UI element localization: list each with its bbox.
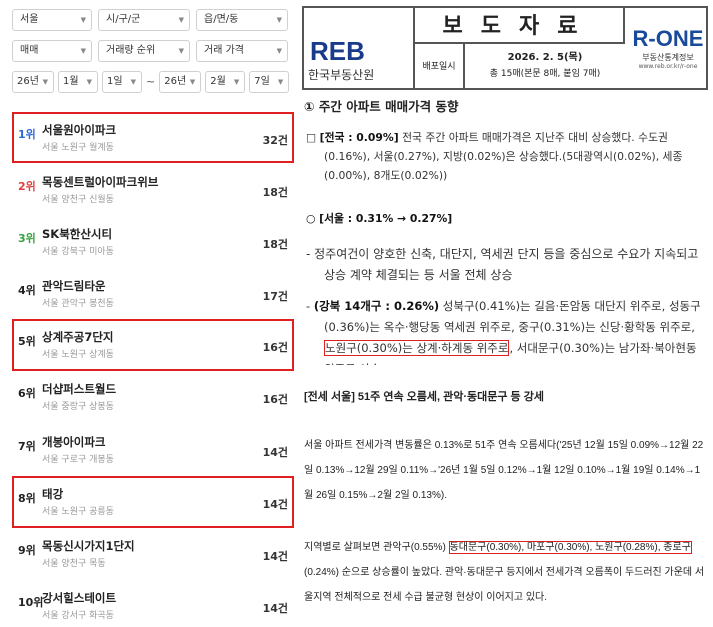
rank-number: 3위	[18, 232, 36, 245]
chevron-down-icon: ▼	[276, 47, 282, 55]
chevron-down-icon: ▼	[178, 16, 184, 24]
rone-subtitle: 부동산통계정보	[642, 53, 694, 62]
rone-logo: R-ONE 부동산통계정보 www.reb.or.kr/r-one	[627, 26, 709, 70]
select-end-day[interactable]: 7일 ▼	[249, 71, 290, 93]
select-city[interactable]: 서울 ▼	[12, 9, 92, 31]
page-count: 총 15매(본문 8매, 붙임 7매)	[489, 69, 601, 79]
list-item[interactable]: 9위 목동신시가지1단지서울 양천구 목동 14건	[12, 528, 296, 574]
reb-logo: REB	[310, 36, 365, 66]
rank-number: 10위	[18, 596, 44, 609]
chevron-down-icon: ▼	[86, 78, 92, 86]
section-title: ① 주간 아파트 매매가격 동향	[304, 99, 459, 114]
rent-title: [전세 서울] 51주 연속 오름세, 관악·동대문구 등 강세	[304, 385, 708, 410]
trade-count: 14건	[262, 602, 288, 615]
rent-p2-b: (0.24%) 순으로 상승률이 높았다. 관악·동대문구 등지에서 전세가격 …	[304, 567, 705, 603]
list-item[interactable]: 6위 더샵퍼스트월드서울 중랑구 상봉동 16건	[12, 371, 296, 417]
chevron-down-icon: ▼	[80, 47, 86, 55]
national-lead: [전국 : 0.09%]	[319, 131, 399, 144]
filter-row-period: 26년 ▼ 1월 ▼ 1일 ▼ ~ 26년 ▼ 2월 ▼ 7일 ▼	[12, 71, 290, 93]
trade-count: 14건	[262, 446, 288, 459]
select-trade-type[interactable]: 매매 ▼	[12, 40, 92, 62]
select-start-year[interactable]: 26년 ▼	[12, 71, 54, 93]
list-item[interactable]: 3위 SK북한산시티서울 강북구 미아동 18건	[12, 216, 296, 262]
chevron-down-icon: ▼	[80, 16, 86, 24]
paragraph-seoul-heading: ○ [서울 : 0.31% → 0.27%]	[306, 212, 453, 225]
agency-name: 한국부동산원	[308, 68, 375, 82]
rank-number: 9위	[18, 544, 36, 557]
chevron-down-icon: ▼	[189, 78, 196, 86]
rone-logo-text: R-ONE	[632, 26, 704, 51]
district-highlight: 동대문구(0.30%), 마포구(0.30%), 노원구(0.28%), 종로구	[448, 541, 692, 554]
select-start-day[interactable]: 1일 ▼	[102, 71, 142, 93]
rent-title-text: [전세 서울] 51주 연속 오름세, 관악·동대문구 등 강세	[304, 391, 544, 403]
apartment-name: 관악드림타운	[42, 279, 106, 293]
rent-p2-a: 지역별로 살펴보면 관악구(0.55%)	[304, 542, 449, 553]
list-item[interactable]: 10위 강서힐스테이트서울 강서구 화곡동 14건	[12, 580, 296, 626]
apartment-name: SK북한산시티	[42, 227, 113, 241]
select-town[interactable]: 읍/면/동 ▼	[196, 9, 288, 31]
range-separator: ~	[146, 75, 156, 88]
trade-count: 18건	[262, 186, 288, 199]
rank-number: 4위	[18, 284, 36, 297]
apartment-name: 개봉아이파크	[42, 435, 106, 449]
select-price[interactable]: 거래 가격 ▼	[196, 40, 288, 62]
rent-paragraph-1: 서울 아파트 전세가격 변동률은 0.13%로 51주 연속 오름세다('25년…	[304, 440, 704, 501]
chevron-down-icon: ▼	[276, 16, 282, 24]
gangbuk-lead: (강북 14개구 : 0.26%)	[313, 299, 440, 313]
press-title: 보도자료	[413, 8, 625, 44]
list-item[interactable]: 7위 개봉아이파크서울 구로구 개봉동 14건	[12, 424, 296, 470]
bullet: □	[306, 131, 317, 144]
chevron-down-icon: ▼	[277, 78, 284, 86]
press-release-document: REB 한국부동산원 보도자료 배포일시 2026. 2. 5(목) 총 15매…	[298, 0, 713, 627]
select-sort[interactable]: 거래량 순위 ▼	[98, 40, 190, 62]
apartment-name: 더샵퍼스트월드	[42, 382, 117, 396]
apartment-location: 서울 강북구 미아동	[42, 247, 114, 257]
filter-row-type: 매매 ▼ 거래량 순위 ▼ 거래 가격 ▼	[12, 40, 288, 62]
paragraph-national: □ [전국 : 0.09%] 전국 주간 아파트 매매가격은 지난주 대비 상승…	[306, 128, 706, 185]
apartment-location: 서울 양천구 목동	[42, 559, 106, 569]
trade-count: 16건	[262, 393, 288, 406]
nowon-highlight: 노원구(0.30%)는 상계·하계동 위주로	[324, 340, 510, 356]
paragraph-seoul-summary: - 정주여건이 양호한 신축, 대단지, 역세권 단지 등을 중심으로 수요가 …	[306, 247, 699, 282]
highlight-box	[12, 319, 294, 371]
trade-count: 14건	[262, 550, 288, 563]
chevron-down-icon: ▼	[233, 78, 240, 86]
rank-number: 2위	[18, 180, 36, 193]
filter-row-region: 서울 ▼ 시/구/군 ▼ 읍/면/동 ▼	[12, 9, 288, 31]
apartment-location: 서울 구로구 개봉동	[42, 455, 114, 465]
apartment-name: 목동센트럴아이파크위브	[42, 175, 159, 189]
rone-url: www.reb.or.kr/r-one	[638, 63, 698, 70]
chevron-down-icon: ▼	[42, 78, 48, 86]
press-header: REB 한국부동산원 보도자료 배포일시 2026. 2. 5(목) 총 15매…	[302, 6, 708, 90]
apartment-location: 서울 강서구 화곡동	[42, 611, 114, 621]
rank-number: 6위	[18, 387, 36, 400]
apartment-name: 강서힐스테이트	[42, 591, 117, 605]
release-date: 2026. 2. 5(목)	[507, 52, 583, 63]
trade-count: 17건	[262, 290, 288, 303]
apartment-location: 서울 관악구 봉천동	[42, 299, 114, 309]
select-district[interactable]: 시/구/군 ▼	[98, 9, 190, 31]
trade-count: 18건	[262, 238, 288, 251]
date-label: 배포일시	[413, 44, 465, 90]
apartment-name: 목동신시가지1단지	[42, 539, 135, 553]
chevron-down-icon: ▼	[130, 78, 136, 86]
rent-paragraph-2: 지역별로 살펴보면 관악구(0.55%) 동대문구(0.30%), 마포구(0.…	[304, 535, 708, 610]
chevron-down-icon: ▼	[178, 47, 184, 55]
apartment-location: 서울 중랑구 상봉동	[42, 402, 114, 412]
rank-number: 7위	[18, 440, 36, 453]
paragraph-gangbuk: - (강북 14개구 : 0.26%) 성북구(0.41%)는 길음·돈암동 대…	[306, 296, 706, 365]
ranking-panel: 서울 ▼ 시/구/군 ▼ 읍/면/동 ▼ 매매 ▼ 거래량 순위 ▼ 거래 가격 ▼ 26년…	[0, 0, 296, 627]
select-end-year[interactable]: 26년 ▼	[159, 71, 202, 93]
list-item[interactable]: 4위 관악드림타운서울 관악구 봉천동 17건	[12, 268, 296, 314]
highlight-box	[12, 112, 294, 163]
list-item[interactable]: 2위 목동센트럴아이파크위브서울 양천구 신월동 18건	[12, 164, 296, 210]
select-start-month[interactable]: 1월 ▼	[58, 71, 98, 93]
highlight-box	[12, 476, 294, 528]
apartment-location: 서울 양천구 신월동	[42, 195, 114, 205]
select-end-month[interactable]: 2월 ▼	[205, 71, 246, 93]
